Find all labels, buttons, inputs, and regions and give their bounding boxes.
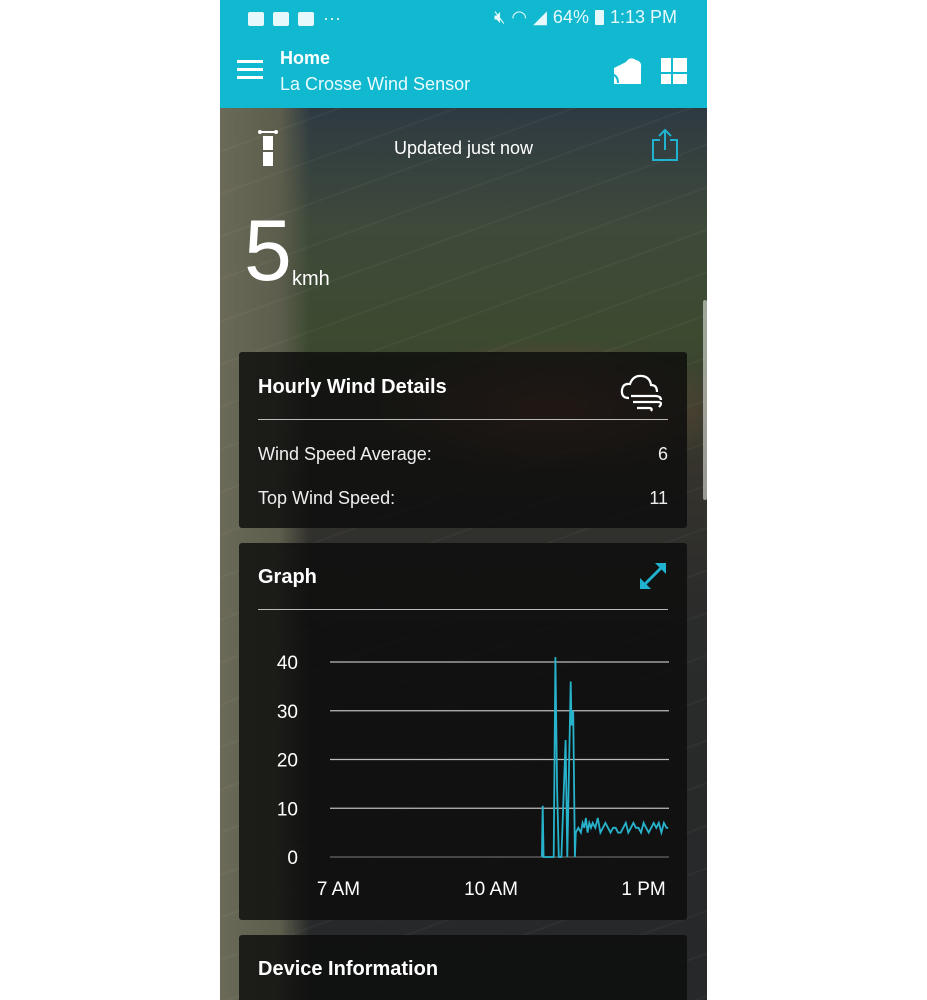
- y-tick-label: 20: [277, 751, 298, 772]
- updated-status: Updated just now: [393, 138, 534, 158]
- y-tick-label: 30: [277, 702, 298, 723]
- y-tick-label: 40: [277, 653, 298, 674]
- x-tick-label: 7 AM: [317, 879, 360, 900]
- signal-icon: ◢: [533, 7, 547, 27]
- row-label: Top Wind Speed:: [258, 488, 396, 508]
- app-bar: Home La Crosse Wind Sensor: [220, 36, 707, 108]
- battery-icon: [594, 10, 604, 25]
- row-value: 6: [657, 444, 668, 464]
- more-notifications-icon: ···: [323, 8, 341, 28]
- divider: [258, 419, 668, 420]
- share-icon[interactable]: [651, 128, 679, 162]
- dashboard-icon[interactable]: [661, 58, 687, 84]
- graph-card: Graph 0 10 20 30 40 7 AM 10 AM 1 PM: [239, 543, 687, 920]
- wind-speed-chart: 0 10 20 30 40 7 AM 10 AM 1 PM: [277, 653, 669, 900]
- message-notification-icon: [273, 11, 289, 26]
- phone-screen: ··· 🔇︎ ◠ ◢ 64% 1:13 PM Home La Crosse Wi…: [220, 0, 707, 1000]
- wind-speed-line: [541, 657, 669, 858]
- page-title: Home: [280, 48, 331, 68]
- wifi-icon: ◠: [511, 7, 528, 27]
- cloud-connect-icon[interactable]: [608, 56, 642, 86]
- scrollbar[interactable]: [703, 300, 707, 500]
- battery-percent: 64%: [552, 7, 589, 27]
- gallery-notification-icon: [248, 11, 264, 26]
- y-tick-label: 0: [287, 848, 298, 869]
- wind-speed-unit: kmh: [292, 268, 330, 290]
- y-tick-label: 10: [277, 799, 298, 820]
- menu-icon[interactable]: [237, 60, 263, 80]
- cloud-wind-icon: [620, 374, 663, 412]
- row-value: 11: [649, 488, 668, 508]
- clock: 1:13 PM: [609, 7, 677, 27]
- mute-icon: 🔇︎: [494, 7, 506, 27]
- x-tick-label: 1 PM: [621, 879, 665, 900]
- device-name: La Crosse Wind Sensor: [280, 74, 471, 94]
- card-title: Hourly Wind Details: [258, 376, 447, 398]
- device-info-card: Device Information: [239, 935, 687, 1000]
- top-wind-row: Top Wind Speed: 11: [258, 488, 668, 509]
- x-tick-label: 10 AM: [464, 879, 518, 900]
- hourly-wind-card: Hourly Wind Details Wind Speed Average: 6…: [239, 352, 687, 528]
- current-wind-speed: 5: [244, 203, 292, 299]
- row-label: Wind Speed Average:: [258, 444, 432, 464]
- wind-average-row: Wind Speed Average: 6: [258, 444, 668, 465]
- status-bar: ··· 🔇︎ ◠ ◢ 64% 1:13 PM: [220, 0, 707, 36]
- card-title: Device Information: [258, 958, 439, 980]
- game-notification-icon: [298, 11, 314, 26]
